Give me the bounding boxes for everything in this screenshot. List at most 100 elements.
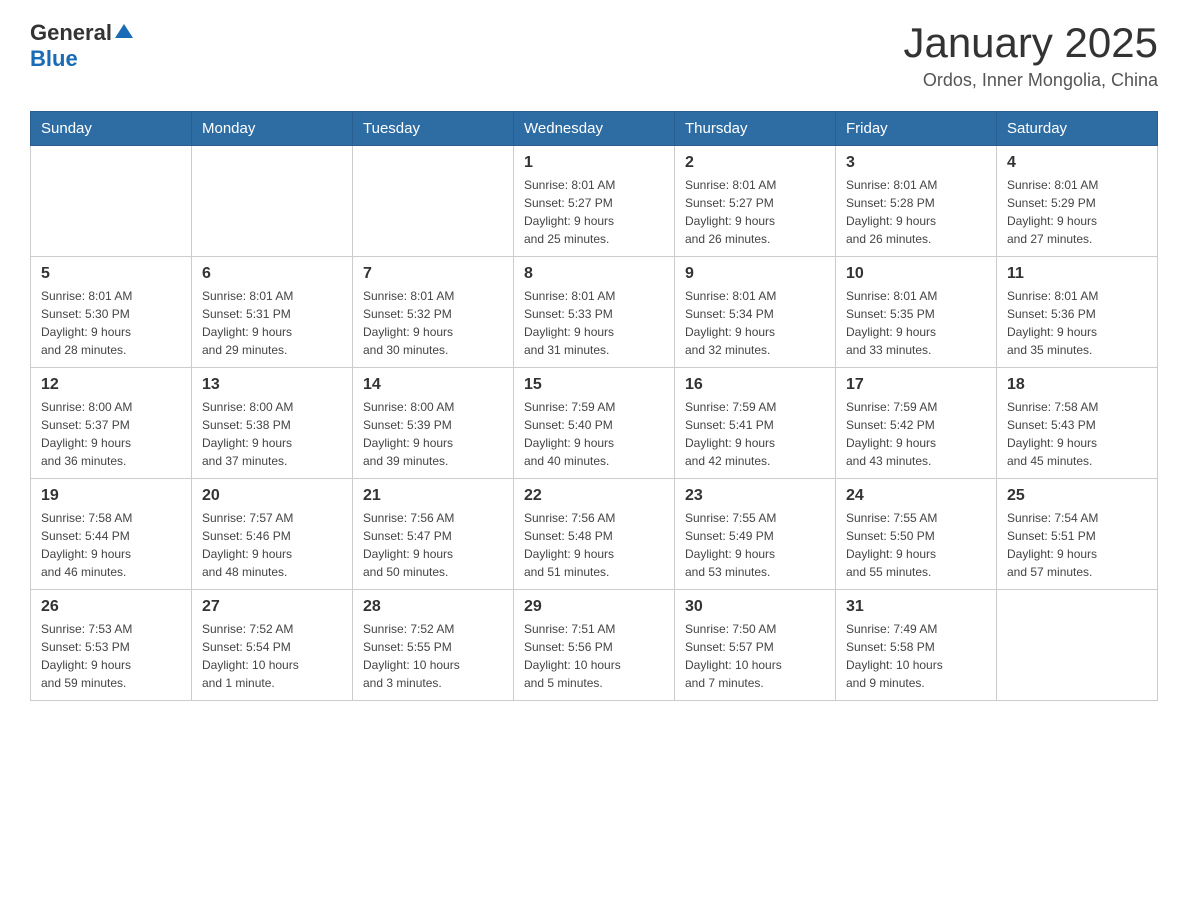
weekday-header-thursday: Thursday	[675, 112, 836, 146]
calendar-cell: 28 Sunrise: 7:52 AMSunset: 5:55 PMDayligh…	[353, 590, 514, 701]
calendar-cell: 19 Sunrise: 7:58 AMSunset: 5:44 PMDayligh…	[31, 479, 192, 590]
day-info: Sunrise: 8:00 AMSunset: 5:38 PMDaylight:…	[202, 398, 342, 470]
day-info: Sunrise: 8:01 AMSunset: 5:27 PMDaylight:…	[524, 176, 664, 248]
day-number: 23	[685, 487, 825, 505]
day-info: Sunrise: 7:50 AMSunset: 5:57 PMDaylight:…	[685, 620, 825, 692]
page-title: January 2025	[903, 20, 1158, 66]
calendar-cell	[353, 146, 514, 257]
calendar-cell	[192, 146, 353, 257]
day-number: 26	[41, 598, 181, 616]
weekday-header-sunday: Sunday	[31, 112, 192, 146]
day-number: 12	[41, 376, 181, 394]
day-info: Sunrise: 7:59 AMSunset: 5:40 PMDaylight:…	[524, 398, 664, 470]
day-info: Sunrise: 8:01 AMSunset: 5:36 PMDaylight:…	[1007, 287, 1147, 359]
calendar-cell: 16 Sunrise: 7:59 AMSunset: 5:41 PMDayligh…	[675, 368, 836, 479]
day-info: Sunrise: 7:51 AMSunset: 5:56 PMDaylight:…	[524, 620, 664, 692]
day-number: 30	[685, 598, 825, 616]
calendar-cell: 5Sunrise: 8:01 AMSunset: 5:30 PMDaylight…	[31, 257, 192, 368]
day-number: 17	[846, 376, 986, 394]
day-info: Sunrise: 7:55 AMSunset: 5:49 PMDaylight:…	[685, 509, 825, 581]
day-info: Sunrise: 7:49 AMSunset: 5:58 PMDaylight:…	[846, 620, 986, 692]
day-info: Sunrise: 8:01 AMSunset: 5:30 PMDaylight:…	[41, 287, 181, 359]
day-number: 25	[1007, 487, 1147, 505]
day-info: Sunrise: 8:01 AMSunset: 5:27 PMDaylight:…	[685, 176, 825, 248]
calendar-cell: 21 Sunrise: 7:56 AMSunset: 5:47 PMDayligh…	[353, 479, 514, 590]
day-info: Sunrise: 8:01 AMSunset: 5:32 PMDaylight:…	[363, 287, 503, 359]
day-info: Sunrise: 7:52 AMSunset: 5:54 PMDaylight:…	[202, 620, 342, 692]
calendar-cell: 25 Sunrise: 7:54 AMSunset: 5:51 PMDayligh…	[997, 479, 1158, 590]
day-number: 29	[524, 598, 664, 616]
day-number: 15	[524, 376, 664, 394]
day-info: Sunrise: 7:56 AMSunset: 5:48 PMDaylight:…	[524, 509, 664, 581]
day-number: 22	[524, 487, 664, 505]
day-number: 18	[1007, 376, 1147, 394]
calendar-cell: 17 Sunrise: 7:59 AMSunset: 5:42 PMDayligh…	[836, 368, 997, 479]
week-row-2: 5Sunrise: 8:01 AMSunset: 5:30 PMDaylight…	[31, 257, 1158, 368]
calendar-cell: 26 Sunrise: 7:53 AMSunset: 5:53 PMDayligh…	[31, 590, 192, 701]
calendar-header: SundayMondayTuesdayWednesdayThursdayFrid…	[31, 112, 1158, 146]
day-info: Sunrise: 8:00 AMSunset: 5:37 PMDaylight:…	[41, 398, 181, 470]
week-row-5: 26 Sunrise: 7:53 AMSunset: 5:53 PMDayligh…	[31, 590, 1158, 701]
day-info: Sunrise: 7:59 AMSunset: 5:42 PMDaylight:…	[846, 398, 986, 470]
day-info: Sunrise: 8:01 AMSunset: 5:34 PMDaylight:…	[685, 287, 825, 359]
day-number: 8	[524, 265, 664, 283]
day-info: Sunrise: 8:00 AMSunset: 5:39 PMDaylight:…	[363, 398, 503, 470]
weekday-header-row: SundayMondayTuesdayWednesdayThursdayFrid…	[31, 112, 1158, 146]
day-number: 19	[41, 487, 181, 505]
calendar-cell: 1 Sunrise: 8:01 AMSunset: 5:27 PMDaylight…	[514, 146, 675, 257]
week-row-3: 12 Sunrise: 8:00 AMSunset: 5:37 PMDayligh…	[31, 368, 1158, 479]
calendar-cell: 18Sunrise: 7:58 AMSunset: 5:43 PMDayligh…	[997, 368, 1158, 479]
logo-triangle-icon	[115, 22, 133, 45]
day-number: 9	[685, 265, 825, 283]
calendar-cell: 23 Sunrise: 7:55 AMSunset: 5:49 PMDayligh…	[675, 479, 836, 590]
weekday-header-tuesday: Tuesday	[353, 112, 514, 146]
calendar-cell: 6 Sunrise: 8:01 AMSunset: 5:31 PMDaylight…	[192, 257, 353, 368]
day-number: 28	[363, 598, 503, 616]
weekday-header-friday: Friday	[836, 112, 997, 146]
calendar-cell: 27Sunrise: 7:52 AMSunset: 5:54 PMDayligh…	[192, 590, 353, 701]
day-info: Sunrise: 7:54 AMSunset: 5:51 PMDaylight:…	[1007, 509, 1147, 581]
day-number: 14	[363, 376, 503, 394]
calendar-table: SundayMondayTuesdayWednesdayThursdayFrid…	[30, 111, 1158, 701]
calendar-cell: 30 Sunrise: 7:50 AMSunset: 5:57 PMDayligh…	[675, 590, 836, 701]
calendar-cell	[31, 146, 192, 257]
calendar-cell: 31Sunrise: 7:49 AMSunset: 5:58 PMDayligh…	[836, 590, 997, 701]
calendar-cell	[997, 590, 1158, 701]
logo-general: General	[30, 20, 112, 46]
page-subtitle: Ordos, Inner Mongolia, China	[903, 70, 1158, 91]
day-number: 21	[363, 487, 503, 505]
calendar-cell: 10Sunrise: 8:01 AMSunset: 5:35 PMDayligh…	[836, 257, 997, 368]
calendar-cell: 24Sunrise: 7:55 AMSunset: 5:50 PMDayligh…	[836, 479, 997, 590]
day-info: Sunrise: 8:01 AMSunset: 5:31 PMDaylight:…	[202, 287, 342, 359]
weekday-header-monday: Monday	[192, 112, 353, 146]
page-header: General Blue January 2025 Ordos, Inner M…	[30, 20, 1158, 91]
day-number: 6	[202, 265, 342, 283]
calendar-cell: 15 Sunrise: 7:59 AMSunset: 5:40 PMDayligh…	[514, 368, 675, 479]
day-info: Sunrise: 7:57 AMSunset: 5:46 PMDaylight:…	[202, 509, 342, 581]
day-info: Sunrise: 7:52 AMSunset: 5:55 PMDaylight:…	[363, 620, 503, 692]
calendar-cell: 13 Sunrise: 8:00 AMSunset: 5:38 PMDayligh…	[192, 368, 353, 479]
calendar-cell: 4Sunrise: 8:01 AMSunset: 5:29 PMDaylight…	[997, 146, 1158, 257]
weekday-header-saturday: Saturday	[997, 112, 1158, 146]
calendar-cell: 7Sunrise: 8:01 AMSunset: 5:32 PMDaylight…	[353, 257, 514, 368]
day-info: Sunrise: 8:01 AMSunset: 5:33 PMDaylight:…	[524, 287, 664, 359]
day-info: Sunrise: 7:58 AMSunset: 5:44 PMDaylight:…	[41, 509, 181, 581]
day-info: Sunrise: 7:53 AMSunset: 5:53 PMDaylight:…	[41, 620, 181, 692]
calendar-cell: 3Sunrise: 8:01 AMSunset: 5:28 PMDaylight…	[836, 146, 997, 257]
day-number: 16	[685, 376, 825, 394]
day-number: 10	[846, 265, 986, 283]
day-info: Sunrise: 7:59 AMSunset: 5:41 PMDaylight:…	[685, 398, 825, 470]
calendar-cell: 9 Sunrise: 8:01 AMSunset: 5:34 PMDaylight…	[675, 257, 836, 368]
title-block: January 2025 Ordos, Inner Mongolia, Chin…	[903, 20, 1158, 91]
day-number: 13	[202, 376, 342, 394]
calendar-cell: 22 Sunrise: 7:56 AMSunset: 5:48 PMDayligh…	[514, 479, 675, 590]
week-row-4: 19 Sunrise: 7:58 AMSunset: 5:44 PMDayligh…	[31, 479, 1158, 590]
weekday-header-wednesday: Wednesday	[514, 112, 675, 146]
day-info: Sunrise: 7:56 AMSunset: 5:47 PMDaylight:…	[363, 509, 503, 581]
calendar-cell: 20Sunrise: 7:57 AMSunset: 5:46 PMDayligh…	[192, 479, 353, 590]
day-info: Sunrise: 7:55 AMSunset: 5:50 PMDaylight:…	[846, 509, 986, 581]
calendar-body: 1 Sunrise: 8:01 AMSunset: 5:27 PMDaylight…	[31, 146, 1158, 701]
day-number: 1	[524, 154, 664, 172]
calendar-cell: 8 Sunrise: 8:01 AMSunset: 5:33 PMDaylight…	[514, 257, 675, 368]
calendar-cell: 12 Sunrise: 8:00 AMSunset: 5:37 PMDayligh…	[31, 368, 192, 479]
